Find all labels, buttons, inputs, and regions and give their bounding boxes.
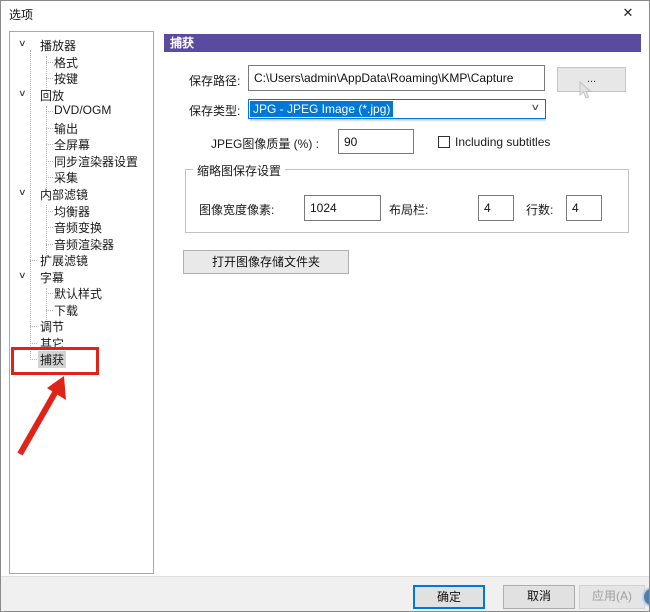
image-width-input[interactable]	[304, 195, 381, 221]
row-count-input[interactable]	[566, 195, 602, 221]
sidebar-item-播放器[interactable]: ∨ 播放器	[10, 36, 153, 54]
sidebar-item-label[interactable]: 音频变换	[52, 219, 104, 236]
sidebar-item-label[interactable]: 内部滤镜	[38, 186, 90, 203]
sidebar-item-均衡器[interactable]: 均衡器	[10, 202, 153, 220]
row-count-label: 行数:	[526, 203, 554, 217]
sidebar-item-label[interactable]: 播放器	[38, 37, 78, 54]
tree-connector	[30, 326, 37, 328]
sidebar-item-label[interactable]: 输出	[52, 120, 80, 137]
including-subtitles-checkbox[interactable]	[438, 136, 450, 148]
sidebar-item-label[interactable]: 下载	[52, 302, 80, 319]
layout-cols-label: 布局栏:	[389, 203, 429, 217]
sidebar-item-采集[interactable]: 采集	[10, 168, 153, 186]
footer-bar: 确定 取消 应用(A)	[1, 576, 649, 611]
tree-connector	[30, 260, 37, 262]
jpeg-quality-input[interactable]	[338, 129, 414, 154]
apply-button: 应用(A)	[579, 585, 645, 609]
thumbnail-group-title: 缩略图保存设置	[193, 162, 286, 179]
combo-shadow	[250, 119, 546, 122]
browse-button[interactable]: ...	[557, 67, 626, 92]
panel-header: 捕获	[164, 34, 641, 52]
sidebar-item-回放[interactable]: ∨ 回放	[10, 86, 153, 104]
sidebar-item-label[interactable]: 字幕	[38, 269, 66, 286]
sidebar-item-label[interactable]: DVD/OGM	[52, 103, 113, 117]
sidebar-item-调节[interactable]: 调节	[10, 317, 153, 335]
sidebar-item-同步渲染器设置[interactable]: 同步渲染器设置	[10, 152, 153, 170]
window-title: 选项	[9, 8, 34, 22]
close-icon[interactable]: ✕	[619, 4, 637, 22]
sidebar-item-DVD/OGM[interactable]: DVD/OGM	[10, 102, 153, 118]
save-type-select[interactable]: JPG - JPEG Image (*.jpg) ∨	[248, 99, 546, 119]
sidebar-item-label[interactable]: 均衡器	[52, 203, 92, 220]
sidebar-item-label[interactable]: 回放	[38, 87, 66, 104]
sidebar-item-label[interactable]: 音频渲染器	[52, 236, 116, 253]
chevron-down-icon[interactable]: ∨	[18, 270, 27, 281]
open-capture-folder-button[interactable]: 打开图像存储文件夹	[183, 250, 349, 274]
layout-cols-input[interactable]	[478, 195, 514, 221]
sidebar-item-label[interactable]: 同步渲染器设置	[52, 153, 140, 170]
image-width-label: 图像宽度像素:	[199, 203, 275, 217]
sidebar-item-label[interactable]: 全屏幕	[52, 136, 92, 153]
options-dialog: 选项 ✕ ∨ 播放器 格式 按键 ∨ 回放 DVD/OGM 输出 全屏幕 同步渲染器设置 采集 ∨ 内部…	[0, 0, 650, 612]
sidebar-item-label[interactable]: 扩展滤镜	[38, 252, 90, 269]
sidebar-item-内部滤镜[interactable]: ∨ 内部滤镜	[10, 185, 153, 203]
tree-connector	[30, 342, 37, 344]
sidebar-item-全屏幕[interactable]: 全屏幕	[10, 135, 153, 153]
save-type-selected-value: JPG - JPEG Image (*.jpg)	[250, 101, 394, 117]
chevron-down-icon[interactable]: ∨	[531, 102, 541, 113]
sidebar-item-按键[interactable]: 按键	[10, 69, 153, 87]
sidebar-item-下载[interactable]: 下载	[10, 301, 153, 319]
sidebar-item-label[interactable]: 默认样式	[52, 285, 104, 302]
cancel-button[interactable]: 取消	[503, 585, 575, 609]
save-path-label: 保存路径:	[189, 74, 241, 88]
title-bar: 选项 ✕	[1, 1, 649, 25]
sidebar-item-默认样式[interactable]: 默认样式	[10, 284, 153, 302]
sidebar-item-格式[interactable]: 格式	[10, 53, 153, 71]
save-type-label: 保存类型:	[189, 104, 241, 118]
sidebar-item-label[interactable]: 采集	[52, 169, 80, 186]
sidebar-item-输出[interactable]: 输出	[10, 119, 153, 137]
sidebar-item-label[interactable]: 格式	[52, 54, 80, 71]
jpeg-quality-label: JPEG图像质量 (%) :	[211, 137, 320, 151]
sidebar-item-音频渲染器[interactable]: 音频渲染器	[10, 235, 153, 253]
chevron-down-icon[interactable]: ∨	[18, 38, 27, 49]
save-path-input[interactable]	[248, 65, 545, 91]
annotation-highlight-box	[11, 347, 99, 375]
including-subtitles-label: Including subtitles	[455, 135, 551, 149]
chevron-down-icon[interactable]: ∨	[18, 187, 27, 198]
sidebar-item-label[interactable]: 调节	[38, 318, 66, 335]
chevron-down-icon[interactable]: ∨	[18, 88, 27, 99]
sidebar-item-扩展滤镜[interactable]: 扩展滤镜	[10, 251, 153, 269]
sidebar-item-字幕[interactable]: ∨ 字幕	[10, 268, 153, 286]
sidebar-item-label[interactable]: 按键	[52, 70, 80, 87]
panel-header-label: 捕获	[170, 36, 195, 50]
ok-button[interactable]: 确定	[413, 585, 485, 609]
options-tree: ∨ 播放器 格式 按键 ∨ 回放 DVD/OGM 输出 全屏幕 同步渲染器设置 采集 ∨ 内部滤镜 均衡器…	[9, 31, 154, 574]
sidebar-item-音频变换[interactable]: 音频变换	[10, 218, 153, 236]
